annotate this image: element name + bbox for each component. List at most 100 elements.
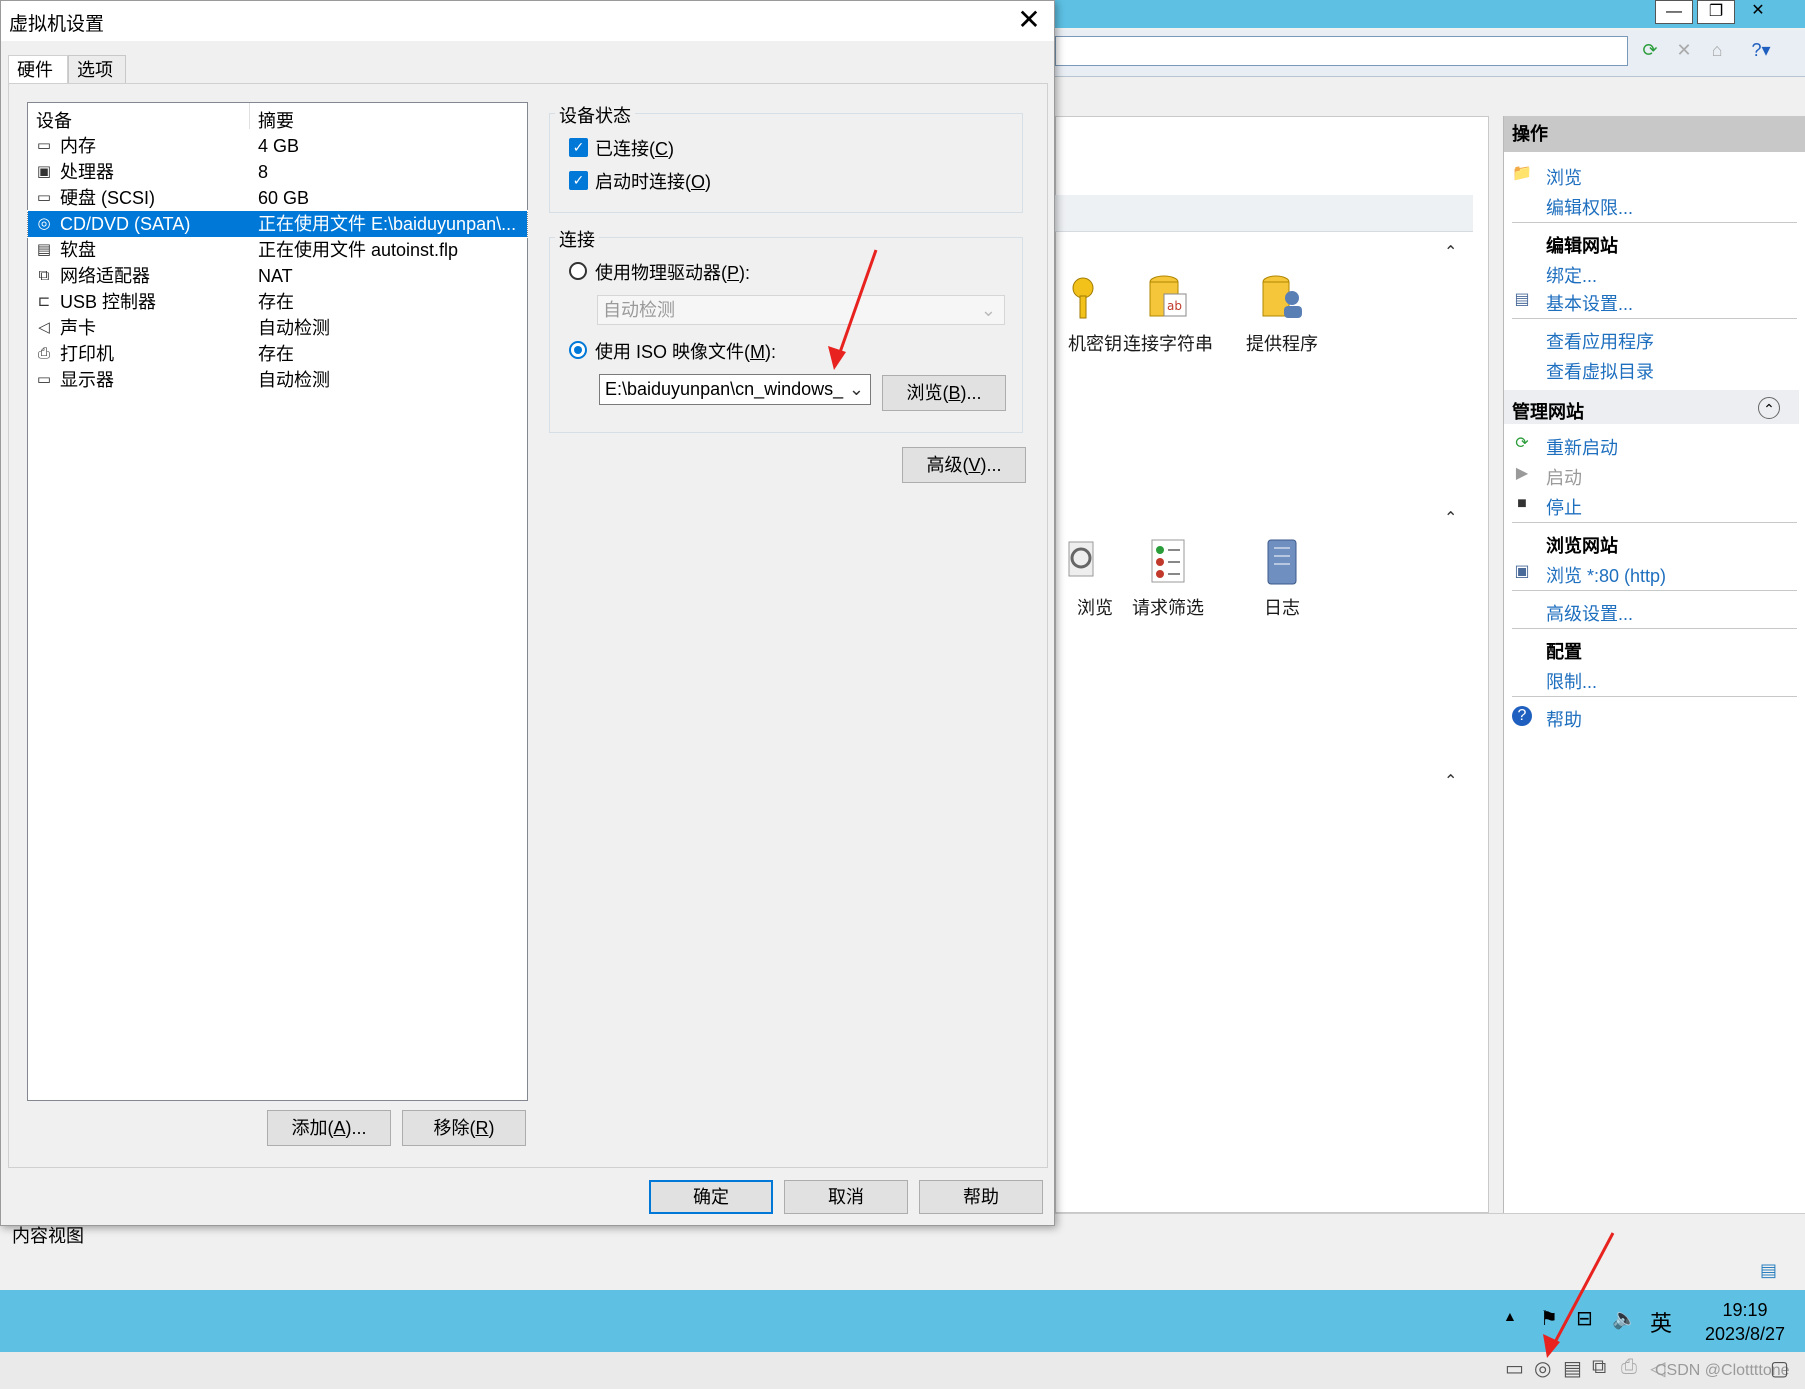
browse-button[interactable]: 浏览(B)... [882,375,1006,411]
ime-indicator[interactable]: 英 [1650,1306,1672,1338]
connected-checkbox[interactable]: ✓ [569,138,588,157]
minimize-button[interactable]: — [1655,0,1693,24]
action-view-applications[interactable]: 查看应用程序 [1546,328,1654,354]
help-icon: ? [1512,706,1532,726]
processor-icon: ▣ [36,163,52,180]
device-row[interactable]: ⊏ USB 控制器 存在 [28,289,527,315]
connect-at-power-on-label[interactable]: 启动时连接(O) [595,168,711,194]
dialog-close-button[interactable]: ✕ [1011,5,1047,37]
action-advanced-settings[interactable]: 高级设置... [1546,600,1633,626]
logging-icon [1267,539,1297,585]
action-start[interactable]: 启动 [1546,464,1582,490]
refresh-icon[interactable]: ⟳ [1636,36,1664,64]
ok-button[interactable]: 确定 [649,1180,773,1214]
action-help[interactable]: 帮助 [1546,706,1582,732]
window-close-button[interactable]: ✕ [1739,0,1777,24]
volume-muted-icon[interactable]: 🔈 [1612,1306,1637,1331]
cd-dvd-icon: ◎ [37,215,51,232]
browse-site-header: 浏览网站 [1546,536,1618,556]
action-edit-permissions[interactable]: 编辑权限... [1546,194,1633,220]
remove-device-button[interactable]: 移除(R) [402,1110,526,1146]
show-hidden-icons-icon[interactable]: ▲ [1503,1308,1517,1324]
feature-connection-strings[interactable]: ab 连接字符串 [1113,272,1223,356]
device-row[interactable]: ▤ 软盘 正在使用文件 autoinst.flp [28,237,527,263]
action-explore[interactable]: 浏览 [1546,164,1582,190]
tab-hardware[interactable]: 硬件 [8,55,68,83]
add-device-button[interactable]: 添加(A)... [267,1110,391,1146]
iso-image-label[interactable]: 使用 ISO 映像文件(M): [595,338,776,364]
device-list[interactable]: 设备 摘要 ▭ 内存 4 GB ▣ 处理器 8 ▭ 硬盘 (SCSI) 60 GB ◎ CD/DVD… [27,102,528,1101]
help-dropdown-icon[interactable]: ?▾ [1747,36,1775,64]
device-row[interactable]: ▭ 内存 4 GB [28,133,527,159]
advanced-button[interactable]: 高级(V)... [902,447,1026,483]
actions-header: 操作 [1504,116,1805,152]
device-row[interactable]: ▭ 显示器 自动检测 [28,367,527,393]
action-bindings[interactable]: 绑定... [1546,262,1597,288]
cancel-button[interactable]: 取消 [784,1180,908,1214]
basic-settings-icon: ▤ [1514,291,1530,308]
physical-drive-label[interactable]: 使用物理驱动器(P): [595,259,750,285]
feature-providers[interactable]: 提供程序 [1227,272,1337,356]
feature-request-filtering[interactable]: 请求筛选 [1113,536,1223,620]
device-row[interactable]: ◁ 声卡 自动检测 [28,315,527,341]
iso-path-combobox[interactable]: E:\baiduyunpan\cn_windows_ ⌄ [599,374,871,405]
physical-drive-select[interactable]: 自动检测 ⌄ [597,295,1005,325]
status-hdd-icon[interactable]: ▭ [1505,1356,1524,1381]
action-basic-settings[interactable]: 基本设置... [1546,290,1633,316]
iso-image-radio[interactable] [569,341,587,359]
address-input[interactable] [1055,36,1628,66]
device-row[interactable]: ◎ CD/DVD (SATA) 正在使用文件 E:\baiduyunpan\... [27,210,528,238]
network-icon[interactable]: ⊟ [1576,1306,1593,1331]
dialog-title-bar [1,1,1054,41]
device-row[interactable]: ⎙ 打印机 存在 [28,341,527,367]
device-name: 打印机 [60,344,114,364]
device-summary: 自动检测 [258,318,330,338]
stop-icon[interactable]: ✕ [1670,36,1698,64]
status-cd-dvd-icon[interactable]: ◎ [1534,1356,1551,1381]
restore-icon: ❐ [1708,3,1724,20]
separator [1512,628,1797,629]
status-floppy-icon[interactable]: ▤ [1563,1356,1582,1381]
separator [1512,522,1797,523]
connect-at-power-on-checkbox[interactable]: ✓ [569,171,588,190]
device-row[interactable]: ⧉ 网络适配器 NAT [28,263,527,289]
request-filtering-icon [1151,539,1185,583]
help-button[interactable]: 帮助 [919,1180,1043,1214]
action-browse-80[interactable]: 浏览 *:80 (http) [1546,562,1666,588]
printer-icon: ⎙ [37,345,50,362]
chevron-down-icon[interactable]: ⌄ [849,375,864,403]
clock[interactable]: 19:19 2023/8/27 [1690,1298,1800,1346]
action-stop[interactable]: 停止 [1546,494,1582,520]
action-restart[interactable]: 重新启动 [1546,434,1618,460]
minimize-icon: — [1666,3,1682,20]
column-header-summary[interactable]: 摘要 [258,107,294,133]
feature-logging[interactable]: 日志 [1227,536,1337,620]
tab-options[interactable]: 选项 [68,55,126,83]
collapse-group-3-icon[interactable]: ⌃ [1444,771,1457,791]
connected-label[interactable]: 已连接(C) [595,135,674,161]
column-divider [249,103,250,129]
device-summary: 正在使用文件 E:\baiduyunpan\... [258,214,517,234]
feature-label: 浏览 [1077,598,1113,618]
action-view-virtual-dirs[interactable]: 查看虚拟目录 [1546,358,1654,384]
home-icon[interactable]: ⌂ [1703,36,1731,64]
action-limits[interactable]: 限制... [1546,668,1597,694]
column-header-device[interactable]: 设备 [36,107,72,133]
status-printer-icon[interactable]: ⎙ [1621,1356,1637,1379]
collapse-manage-site-icon[interactable]: ⌃ [1758,397,1780,419]
device-row[interactable]: ▣ 处理器 8 [28,159,527,185]
restore-button[interactable]: ❐ [1697,0,1735,24]
restart-icon: ⟳ [1515,435,1529,452]
flag-icon[interactable]: ⚑ [1540,1306,1558,1331]
collapse-group-2-icon[interactable]: ⌃ [1444,508,1457,528]
explore-icon: 📁 [1512,165,1532,182]
status-network-icon[interactable]: ⧉ [1592,1356,1606,1379]
device-summary: 4 GB [258,136,300,156]
machine-key-icon [1072,277,1094,319]
feature-label: 日志 [1264,598,1300,618]
device-name: 内存 [60,136,96,156]
status-fullscreen-icon[interactable]: ▢ [1770,1356,1789,1381]
device-row[interactable]: ▭ 硬盘 (SCSI) 60 GB [28,185,527,211]
physical-drive-radio[interactable] [569,262,587,280]
collapse-group-1-icon[interactable]: ⌃ [1444,242,1457,262]
